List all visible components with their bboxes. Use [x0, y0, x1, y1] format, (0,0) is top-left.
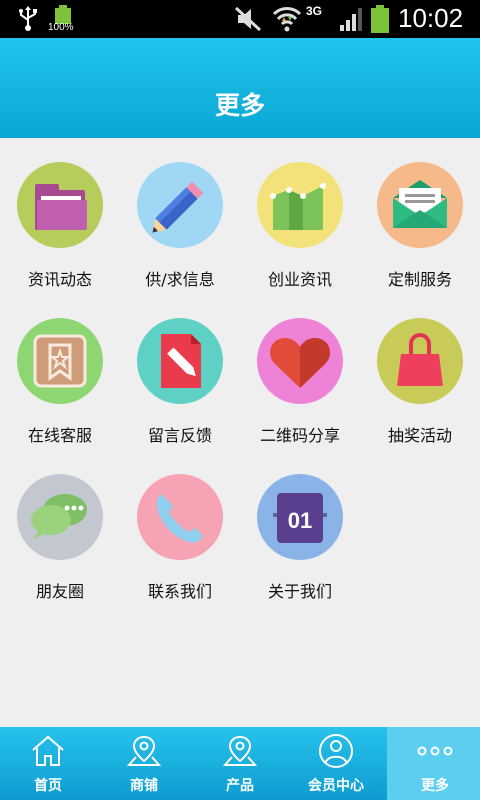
envelope-icon: [377, 162, 463, 248]
menu-item-supply-demand[interactable]: 供/求信息: [120, 138, 240, 294]
heart-icon: [257, 318, 343, 404]
user-icon: [319, 734, 353, 768]
menu-item-label: 联系我们: [147, 582, 212, 601]
nav-label: 更多: [421, 778, 449, 794]
bookmark-star-icon: [17, 318, 103, 404]
menu-item-label: 二维码分享: [259, 426, 340, 445]
chart-icon: [257, 162, 343, 248]
menu-item-custom-service[interactable]: 定制服务: [360, 138, 480, 294]
clock: 10:02: [398, 3, 464, 33]
nav-label: 商铺: [130, 778, 158, 794]
menu-item-about-us[interactable]: 01 关于我们: [240, 450, 360, 606]
bottom-nav: 首页 商铺 产品 会员中心 更多: [0, 727, 480, 800]
folder-icon: [17, 162, 103, 248]
phone-icon: [137, 474, 223, 560]
menu-item-label: 抽奖活动: [387, 426, 452, 445]
menu-item-startup-news[interactable]: 创业资讯: [240, 138, 360, 294]
menu-item-label: 资讯动态: [27, 270, 92, 289]
menu-item-moments[interactable]: 朋友圈: [0, 450, 120, 606]
menu-item-label: 供/求信息: [145, 270, 215, 289]
wifi-icon: [272, 7, 302, 32]
page-header: 更多: [0, 38, 480, 138]
nav-item-home[interactable]: 首页: [0, 727, 96, 800]
menu-item-online-support[interactable]: 在线客服: [0, 294, 120, 450]
network-type: 3G: [306, 4, 323, 18]
menu-item-label: 关于我们: [267, 582, 332, 601]
home-icon: [32, 735, 64, 766]
menu-item-label: 朋友圈: [35, 582, 84, 601]
nav-label: 会员中心: [308, 778, 364, 794]
map-pin-icon: [222, 735, 258, 766]
menu-item-news[interactable]: 资讯动态: [0, 138, 120, 294]
mute-icon: [234, 6, 262, 32]
nav-item-shops[interactable]: 商铺: [96, 727, 192, 800]
nav-item-more[interactable]: 更多: [387, 727, 480, 800]
nav-label: 产品: [226, 778, 254, 794]
calendar-icon: 01: [257, 474, 343, 560]
usb-icon: [19, 6, 37, 31]
menu-item-qr-share[interactable]: 二维码分享: [240, 294, 360, 450]
menu-item-label: 创业资讯: [267, 270, 332, 289]
nav-label: 首页: [34, 778, 62, 794]
calendar-badge-text: 01: [288, 508, 312, 533]
shopping-bag-icon: [377, 318, 463, 404]
nav-item-products[interactable]: 产品: [192, 727, 288, 800]
menu-item-lottery[interactable]: 抽奖活动: [360, 294, 480, 450]
menu-item-label: 留言反馈: [147, 426, 212, 445]
map-pin-icon: [126, 735, 162, 766]
signal-icon: [340, 8, 362, 31]
menu-item-feedback[interactable]: 留言反馈: [120, 294, 240, 450]
nav-item-member-center[interactable]: 会员中心: [288, 727, 384, 800]
chat-bubble-icon: [17, 474, 103, 560]
document-edit-icon: [137, 318, 223, 404]
menu-item-label: 在线客服: [27, 426, 92, 445]
more-dots-icon: [417, 746, 453, 756]
menu-item-label: 定制服务: [387, 270, 452, 289]
battery-small-percent: 100%: [48, 22, 74, 33]
battery-icon: [371, 5, 389, 33]
pencil-icon: [137, 162, 223, 248]
status-bar: 100% 3G 10:02: [0, 0, 480, 38]
menu-item-contact-us[interactable]: 联系我们: [120, 450, 240, 606]
page-title: 更多: [214, 91, 265, 120]
